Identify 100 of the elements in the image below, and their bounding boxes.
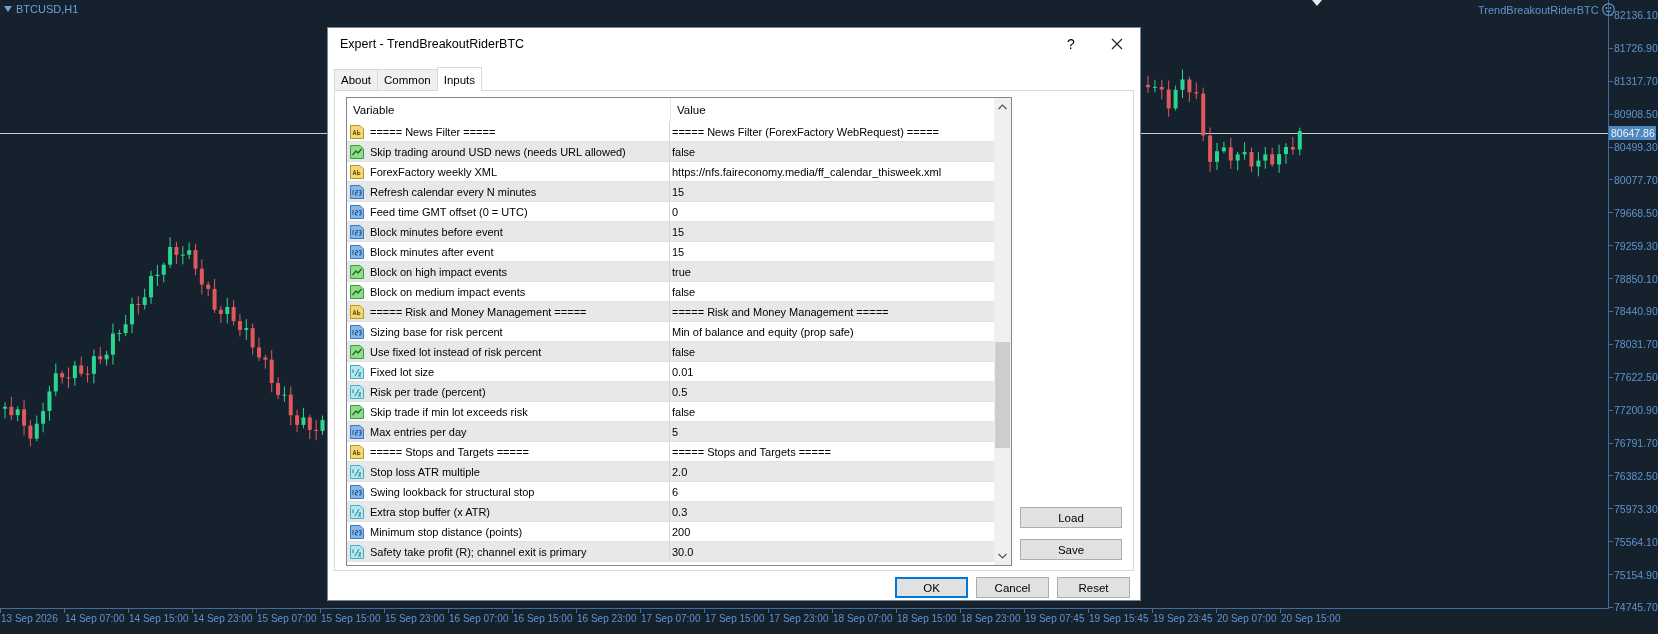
variable-name: Minimum stop distance (points) xyxy=(370,525,523,538)
scroll-down-icon[interactable] xyxy=(998,553,1007,559)
toggle-type-icon xyxy=(349,283,365,300)
help-button[interactable]: ? xyxy=(1048,28,1094,60)
variable-name: Extra stop buffer (x ATR) xyxy=(370,505,491,518)
variable-name: Skip trading around USD news (needs URL allowed) xyxy=(370,145,626,158)
time-label: 17 Sep 07:00 xyxy=(641,613,701,624)
table-row[interactable]: Extra stop buffer (x ATR) 0.3 xyxy=(347,502,994,522)
integer-type-icon xyxy=(349,243,365,260)
current-price-label: 80647.86 xyxy=(1609,126,1656,140)
variable-name: Block minutes before event xyxy=(370,225,503,238)
variable-value[interactable]: ===== Stops and Targets ===== xyxy=(672,445,831,458)
table-row[interactable]: Stop loss ATR multiple 2.0 xyxy=(347,462,994,482)
variable-value[interactable]: 30.0 xyxy=(672,545,694,558)
price-label: 78850.10 xyxy=(1614,272,1658,285)
table-row[interactable]: Block on high impact events true xyxy=(347,262,994,282)
table-row[interactable]: Block on medium impact events false xyxy=(347,282,994,302)
price-label: 79259.30 xyxy=(1614,239,1658,252)
variable-value[interactable]: Min of balance and equity (prop safe) xyxy=(672,325,854,338)
table-row[interactable]: Minimum stop distance (points) 200 xyxy=(347,522,994,542)
scrollbar[interactable] xyxy=(994,98,1011,565)
variable-name: Block on high impact events xyxy=(370,265,507,278)
text-type-icon xyxy=(349,163,365,180)
table-row[interactable]: Safety take profit (R); channel exit is primary 30.0 xyxy=(347,542,994,562)
variable-value[interactable]: false xyxy=(672,405,696,418)
table-row[interactable]: Risk per trade (percent) 0.5 xyxy=(347,382,994,402)
variable-value[interactable]: ===== News Filter (ForexFactory WebRequest) ===== xyxy=(672,125,939,138)
text-type-icon xyxy=(349,303,365,320)
candle xyxy=(1277,144,1282,174)
variable-name: Skip trade if min lot exceeds risk xyxy=(370,405,528,418)
variable-value[interactable]: false xyxy=(672,145,696,158)
fraction-type-icon xyxy=(349,463,365,480)
scroll-up-icon[interactable] xyxy=(998,104,1007,110)
time-label: 18 Sep 23:00 xyxy=(961,613,1021,624)
integer-type-icon xyxy=(349,323,365,340)
table-row[interactable]: Skip trade if min lot exceeds risk false xyxy=(347,402,994,422)
table-row[interactable]: Use fixed lot instead of risk percent false xyxy=(347,342,994,362)
variable-value[interactable]: 0 xyxy=(672,205,679,218)
time-label: 18 Sep 15:00 xyxy=(897,613,957,624)
symbol-label: BTCUSD,H1 xyxy=(16,3,79,15)
smiley-icon[interactable] xyxy=(1601,3,1615,16)
tab[interactable]: About xyxy=(334,69,379,90)
variable-value[interactable]: true xyxy=(672,265,691,278)
dialog-button[interactable]: Reset xyxy=(1057,577,1130,598)
variable-value[interactable]: https://nfs.faireconomy.media/ff_calendar_thisweek.xml xyxy=(672,165,942,178)
integer-type-icon xyxy=(349,223,365,240)
dialog-button[interactable]: OK xyxy=(895,577,968,598)
table-row[interactable]: Fixed lot size 0.01 xyxy=(347,362,994,382)
table-row[interactable]: Skip trading around USD news (needs URL allowed) false xyxy=(347,142,994,162)
variable-value[interactable]: false xyxy=(672,345,696,358)
dialog-button[interactable]: Cancel xyxy=(976,577,1049,598)
table-row[interactable]: ===== Risk and Money Management ===== ===== Risk and Money Management ===== xyxy=(347,302,994,322)
toggle-type-icon xyxy=(349,143,365,160)
variable-value[interactable]: 200 xyxy=(672,525,691,538)
candle xyxy=(1152,79,1157,93)
price-label: 79668.50 xyxy=(1614,206,1658,219)
variable-value[interactable]: 2.0 xyxy=(672,465,688,478)
table-row[interactable]: Block minutes before event 15 xyxy=(347,222,994,242)
tab[interactable]: Inputs xyxy=(436,67,483,91)
variable-value[interactable]: 6 xyxy=(672,485,679,498)
candle xyxy=(1290,136,1295,156)
time-label: 16 Sep 07:00 xyxy=(449,613,509,624)
side-button[interactable]: Save xyxy=(1020,539,1122,560)
variable-value[interactable]: 0.01 xyxy=(672,365,694,378)
variable-value[interactable]: false xyxy=(672,285,696,298)
variable-value[interactable]: 0.5 xyxy=(672,385,688,398)
table-row[interactable]: Max entries per day 5 xyxy=(347,422,994,442)
table-row[interactable]: ForexFactory weekly XML https://nfs.faireconomy.media/ff_calendar_thisweek.xml xyxy=(347,162,994,182)
tab[interactable]: Common xyxy=(377,69,438,90)
table-row[interactable]: Block minutes after event 15 xyxy=(347,242,994,262)
table-row[interactable]: Refresh calendar every N minutes 15 xyxy=(347,182,994,202)
price-label: 80077.70 xyxy=(1614,173,1658,186)
candle xyxy=(1173,85,1178,111)
variable-name: Stop loss ATR multiple xyxy=(370,465,480,478)
candle xyxy=(1263,146,1268,170)
price-label: 81726.90 xyxy=(1614,42,1658,55)
variable-value[interactable]: 15 xyxy=(672,225,685,238)
price-label: 80908.50 xyxy=(1614,108,1658,121)
variable-value[interactable]: 5 xyxy=(672,425,679,438)
column-header[interactable]: Value xyxy=(671,98,994,122)
table-row[interactable]: Sizing base for risk percent Min of balance and equity (prop safe) xyxy=(347,322,994,342)
price-label: 78440.90 xyxy=(1614,305,1658,318)
candle xyxy=(1187,76,1192,103)
time-label: 16 Sep 23:00 xyxy=(577,613,637,624)
side-button[interactable]: Load xyxy=(1020,507,1122,528)
table-row[interactable]: Swing lookback for structural stop 6 xyxy=(347,482,994,502)
variable-value[interactable]: 15 xyxy=(672,185,685,198)
candle xyxy=(1256,151,1261,177)
variable-value[interactable]: 0.3 xyxy=(672,505,688,518)
expert-name: TrendBreakoutRiderBTC xyxy=(1478,3,1599,16)
variable-value[interactable]: ===== Risk and Money Management ===== xyxy=(672,305,889,318)
variable-value[interactable]: 15 xyxy=(672,245,685,258)
scrollbar-thumb[interactable] xyxy=(995,342,1010,448)
table-row[interactable]: ===== News Filter ===== ===== News Filter (ForexFactory WebRequest) ===== xyxy=(347,122,994,142)
table-row[interactable]: Feed time GMT offset (0 = UTC) 0 xyxy=(347,202,994,222)
window-title: Expert - TrendBreakoutRiderBTC xyxy=(340,37,526,51)
dropdown-icon[interactable] xyxy=(4,6,12,12)
fraction-type-icon xyxy=(349,383,365,400)
table-row[interactable]: ===== Stops and Targets ===== ===== Stops and Targets ===== xyxy=(347,442,994,462)
time-label: 15 Sep 23:00 xyxy=(385,613,445,624)
